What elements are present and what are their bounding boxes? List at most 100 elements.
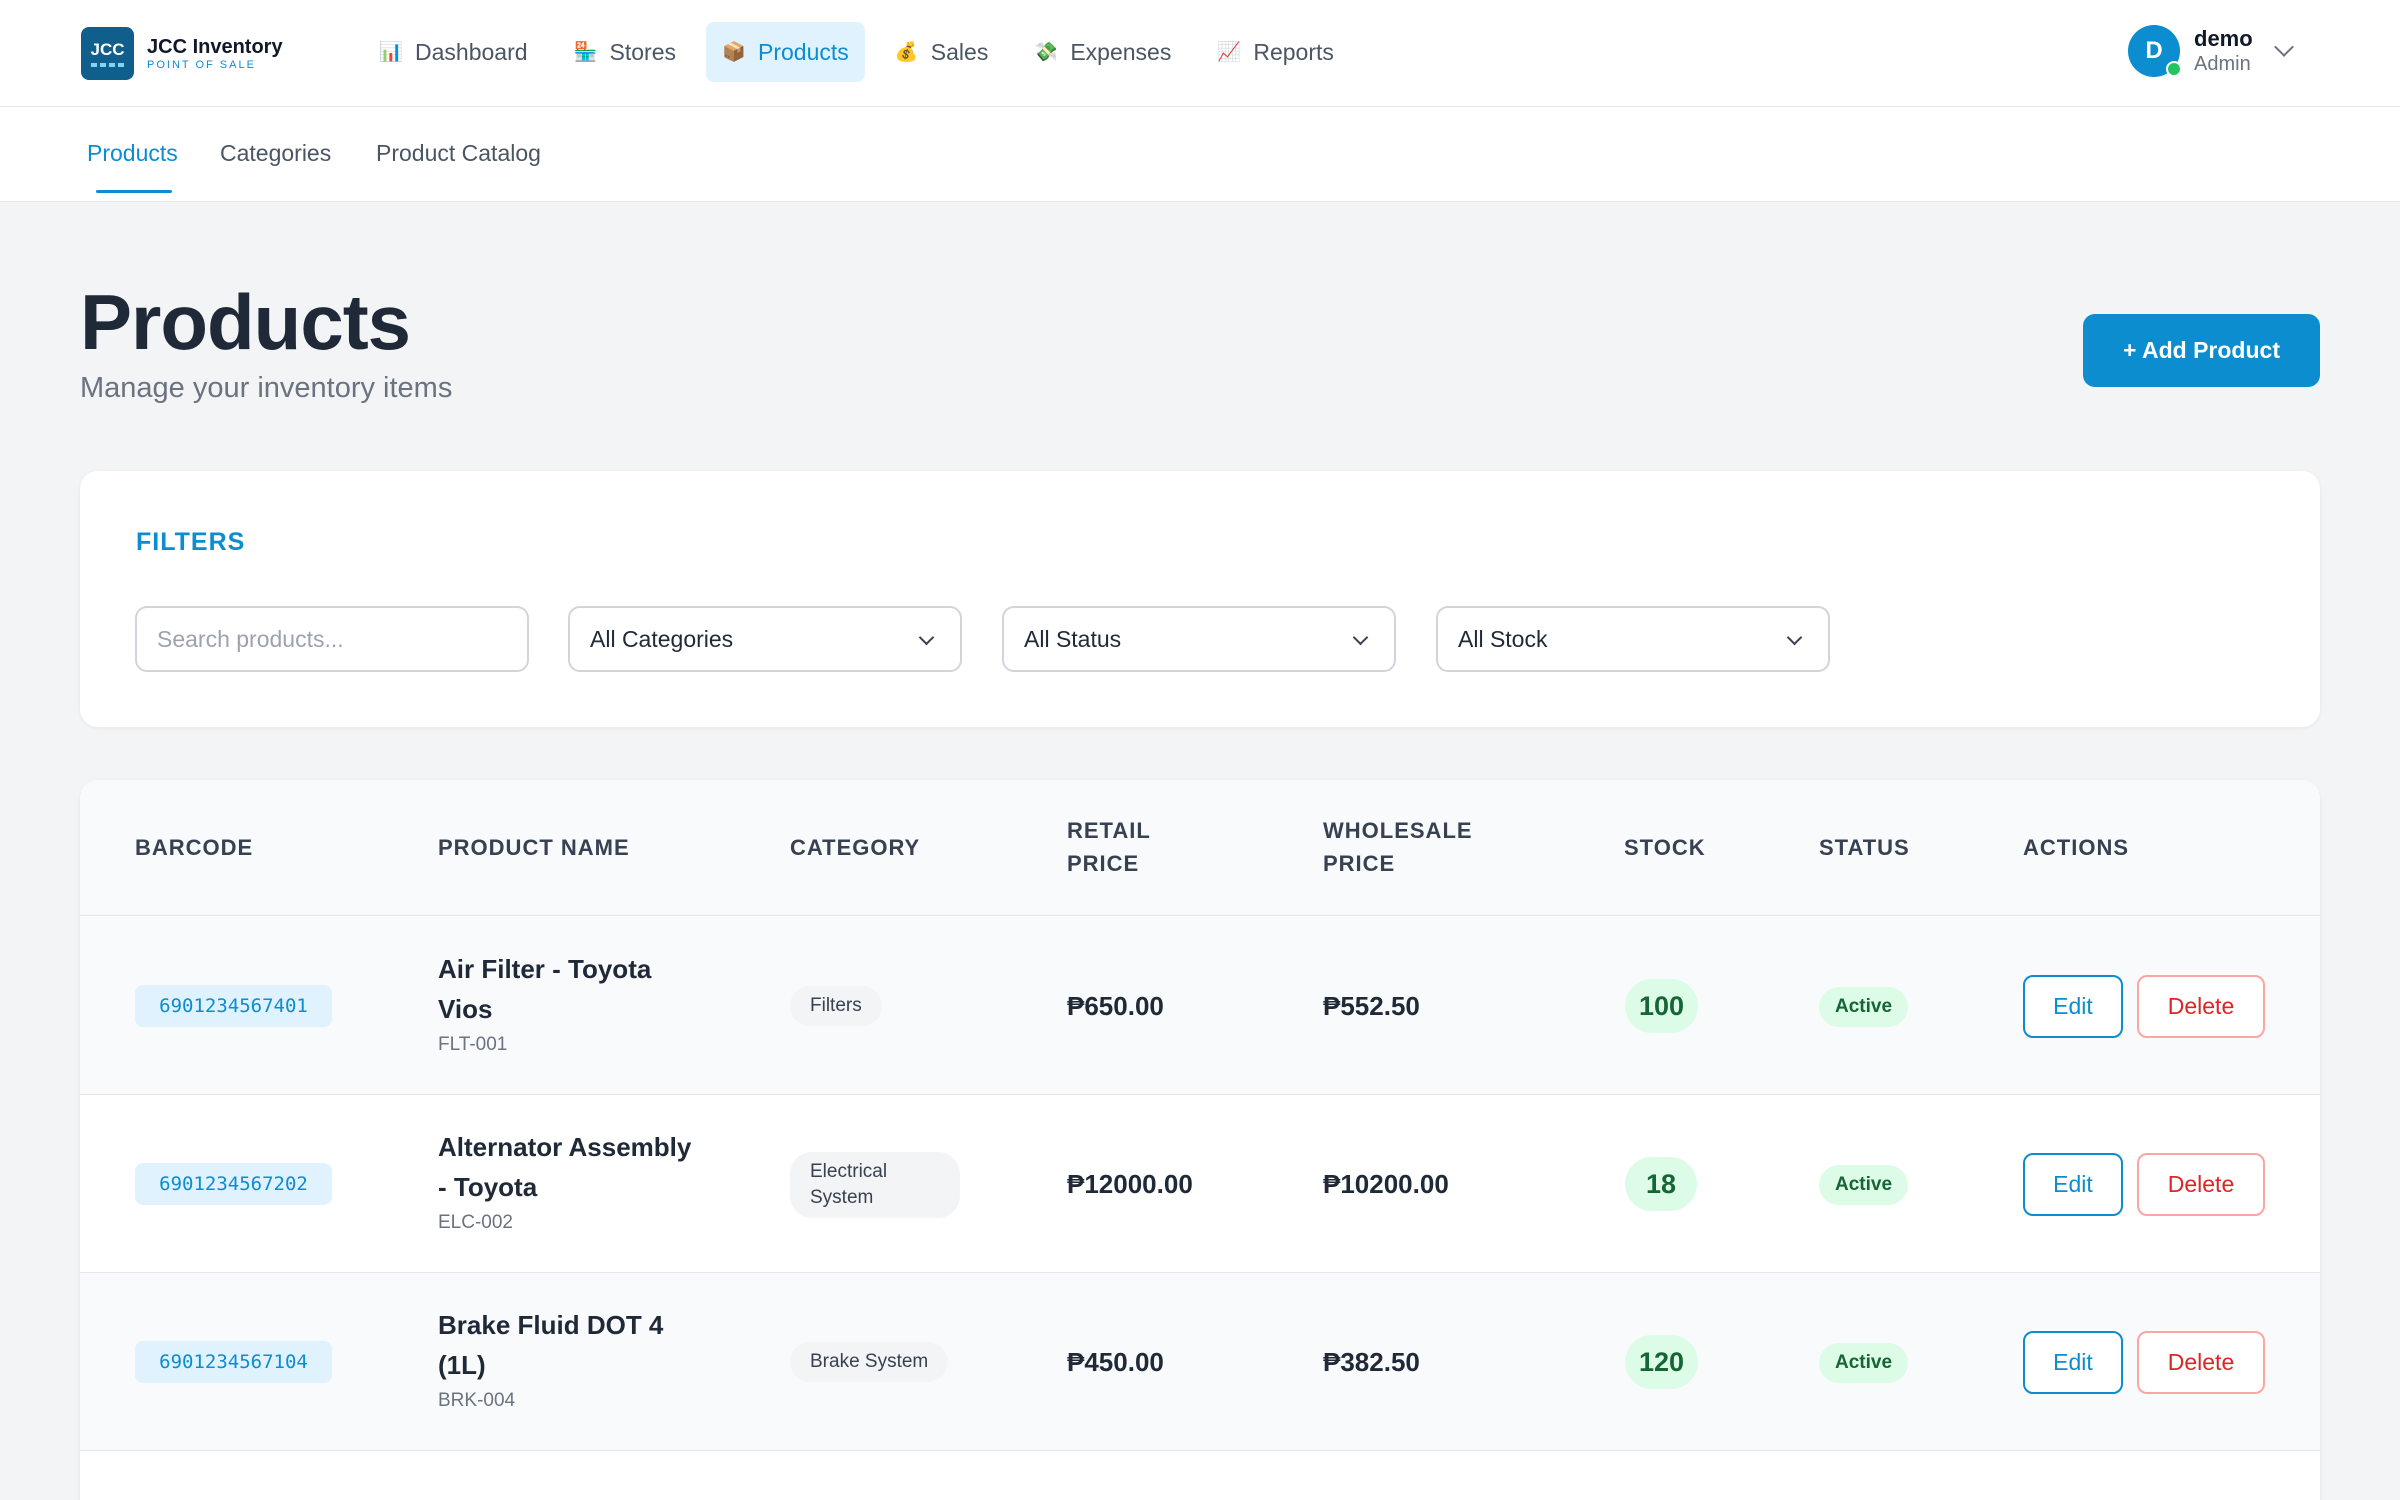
- avatar-initial: D: [2145, 37, 2163, 64]
- column-header-category: CATEGORY: [790, 835, 921, 860]
- filters-heading: FILTERS: [136, 528, 246, 556]
- nav-item-products[interactable]: 📦 Products: [706, 22, 865, 82]
- store-icon: 🏪: [573, 42, 598, 63]
- delete-button[interactable]: Delete: [2137, 1331, 2265, 1394]
- logo-title: JCC Inventory: [147, 35, 283, 58]
- delete-button[interactable]: Delete: [2137, 975, 2265, 1038]
- table-row: 6901234567104 Brake Fluid DOT 4 (1L) BRK…: [80, 1273, 2320, 1451]
- stock-select[interactable]: All Stock: [1436, 606, 1830, 672]
- product-name: Alternator Assembly - Toyota: [438, 1132, 692, 1202]
- table-header: BARCODE PRODUCT NAME CATEGORY RETAIL PRI…: [80, 780, 2320, 916]
- logo-barcode-icon: [90, 63, 125, 67]
- barcode-chip: 6901234567104: [135, 1341, 332, 1383]
- wholesale-price: ₱10200.00: [1323, 1169, 1449, 1199]
- column-header-stock: STOCK: [1624, 835, 1706, 860]
- barcode-chip: 6901234567202: [135, 1163, 332, 1205]
- column-header-wholesale-price: WHOLESALE PRICE: [1323, 814, 1473, 880]
- stock-select-value: All Stock: [1458, 625, 1548, 652]
- stock-badge: 18: [1625, 1157, 1697, 1211]
- nav-item-label: Stores: [609, 38, 677, 65]
- nav-item-sales[interactable]: 💰 Sales: [879, 22, 1005, 82]
- nav-item-reports[interactable]: 📈 Reports: [1201, 22, 1350, 82]
- column-header-status: STATUS: [1819, 835, 1910, 860]
- online-status-icon: [2166, 61, 2182, 77]
- nav-item-stores[interactable]: 🏪 Stores: [558, 22, 692, 82]
- delete-button[interactable]: Delete: [2137, 1153, 2265, 1216]
- category-select[interactable]: All Categories: [568, 606, 962, 672]
- status-badge: Active: [1819, 1165, 1909, 1205]
- category-badge: Brake System: [790, 1342, 949, 1382]
- retail-price: ₱650.00: [1067, 991, 1164, 1021]
- edit-button[interactable]: Edit: [2023, 1153, 2123, 1216]
- active-tab-indicator: [96, 190, 172, 193]
- product-name: Air Filter - Toyota Vios: [438, 954, 652, 1024]
- nav-item-label: Expenses: [1070, 38, 1172, 65]
- status-badge: Active: [1819, 987, 1909, 1027]
- stock-badge: 120: [1625, 1335, 1699, 1389]
- status-select[interactable]: All Status: [1002, 606, 1396, 672]
- user-name: demo: [2194, 26, 2253, 51]
- subtab-categories[interactable]: Categories: [220, 140, 331, 167]
- column-header-actions: ACTIONS: [2023, 835, 2129, 860]
- barcode-chip: 6901234567401: [135, 985, 332, 1027]
- user-role: Admin: [2194, 53, 2251, 75]
- product-name: Brake Fluid DOT 4 (1L): [438, 1310, 664, 1380]
- main-nav: 📊 Dashboard 🏪 Stores 📦 Products 💰 Sales …: [363, 22, 1364, 82]
- column-header-barcode: BARCODE: [135, 835, 254, 860]
- column-header-wholesale-line2: PRICE: [1323, 851, 1396, 876]
- avatar: D: [2128, 25, 2182, 77]
- package-icon: 📦: [722, 42, 746, 63]
- chevron-down-icon: [918, 629, 935, 646]
- subtab-product-catalog[interactable]: Product Catalog: [376, 140, 541, 167]
- category-badge: Filters: [790, 986, 882, 1026]
- retail-price: ₱12000.00: [1067, 1169, 1193, 1199]
- table-row: 6901234567401 Air Filter - Toyota Vios F…: [80, 917, 2320, 1095]
- trend-chart-icon: 📈: [1217, 42, 1242, 63]
- dashboard-chart-icon: 📊: [379, 42, 403, 63]
- nav-item-dashboard[interactable]: 📊 Dashboard: [363, 22, 544, 82]
- edit-button[interactable]: Edit: [2023, 1331, 2123, 1394]
- chevron-down-icon: [1786, 629, 1803, 646]
- edit-button[interactable]: Edit: [2023, 975, 2123, 1038]
- category-badge: Electrical System: [790, 1152, 960, 1218]
- column-header-retail-line2: PRICE: [1067, 851, 1140, 876]
- app-logo[interactable]: JCC JCC Inventory POINT OF SALE: [81, 27, 283, 80]
- nav-item-label: Dashboard: [415, 38, 528, 65]
- money-bag-icon: 💰: [894, 42, 919, 63]
- products-table: BARCODE PRODUCT NAME CATEGORY RETAIL PRI…: [80, 780, 2320, 1500]
- stock-badge: 100: [1625, 979, 1699, 1033]
- column-header-wholesale-line1: WHOLESALE: [1323, 818, 1473, 843]
- product-sku: ELC-002: [438, 1212, 513, 1233]
- chevron-down-icon: [1352, 629, 1369, 646]
- top-navbar: JCC JCC Inventory POINT OF SALE 📊 Dashbo…: [0, 0, 2400, 107]
- product-sku: FLT-001: [438, 1034, 508, 1055]
- page-subtitle: Manage your inventory items: [80, 372, 453, 404]
- category-select-value: All Categories: [590, 625, 734, 652]
- nav-item-label: Reports: [1253, 38, 1334, 65]
- add-product-button[interactable]: + Add Product: [2083, 314, 2320, 387]
- user-menu[interactable]: D demo Admin: [2128, 25, 2294, 77]
- status-badge: Active: [1819, 1343, 1909, 1383]
- product-sku: BRK-004: [438, 1390, 516, 1411]
- column-header-retail-line1: RETAIL: [1067, 818, 1151, 843]
- nav-item-expenses[interactable]: 💸 Expenses: [1018, 22, 1187, 82]
- table-row: 6901234567202 Alternator Assembly - Toyo…: [80, 1095, 2320, 1273]
- chevron-down-icon[interactable]: [2273, 37, 2294, 57]
- column-header-retail-price: RETAIL PRICE: [1067, 814, 1151, 880]
- search-input[interactable]: [157, 625, 507, 653]
- logo-subtitle: POINT OF SALE: [147, 58, 256, 71]
- logo-mark: JCC: [81, 27, 134, 80]
- sub-navbar: Products Categories Product Catalog: [0, 107, 2400, 202]
- retail-price: ₱450.00: [1067, 1347, 1164, 1377]
- nav-item-label: Sales: [930, 38, 989, 65]
- subtab-products[interactable]: Products: [87, 140, 178, 167]
- wholesale-price: ₱552.50: [1323, 991, 1420, 1021]
- page-title: Products: [80, 278, 411, 366]
- status-select-value: All Status: [1024, 625, 1122, 652]
- filters-card: FILTERS All Categories All Status All St…: [80, 471, 2320, 727]
- nav-item-label: Products: [758, 38, 849, 65]
- column-header-product-name: PRODUCT NAME: [438, 835, 630, 860]
- search-field: [135, 606, 529, 672]
- wholesale-price: ₱382.50: [1323, 1347, 1420, 1377]
- logo-mark-text: JCC: [90, 40, 125, 59]
